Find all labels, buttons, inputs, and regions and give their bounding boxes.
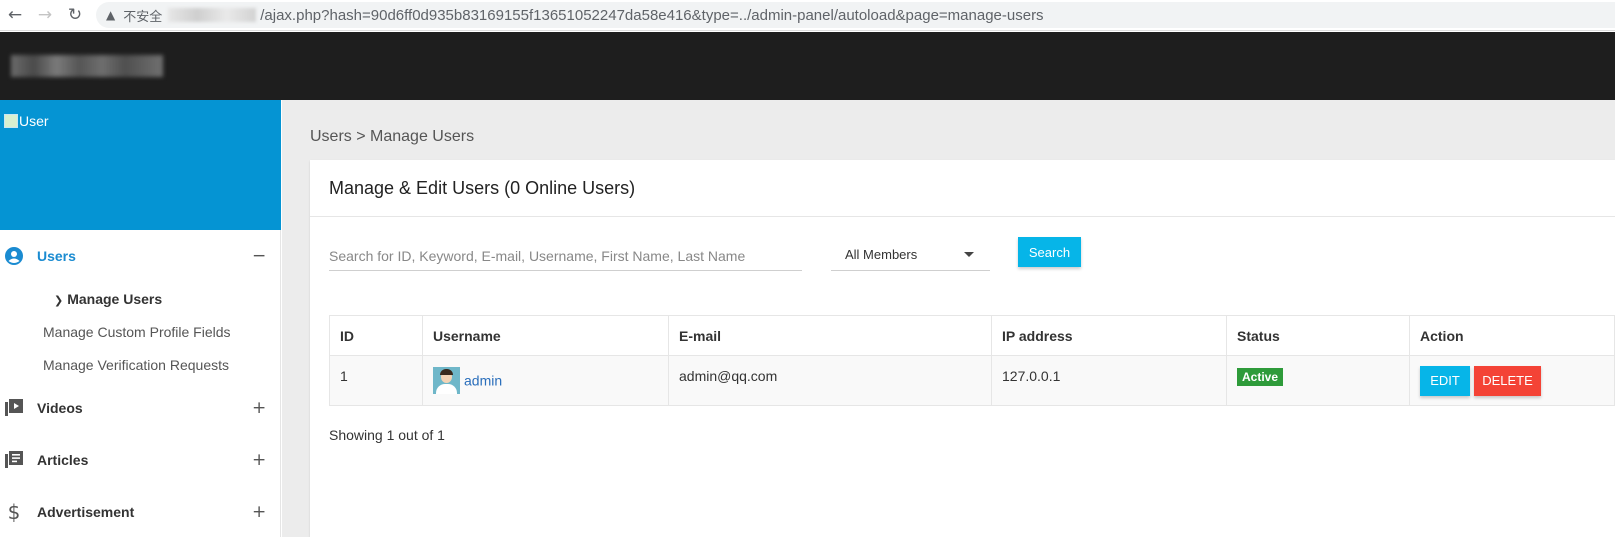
delete-button[interactable]: DELETE [1474, 365, 1541, 396]
expand-icon[interactable]: + [252, 450, 266, 470]
table-row: 1 admin admin@qq.com 127.0.0.1 Active ED… [329, 355, 1615, 406]
expand-icon[interactable]: + [252, 502, 266, 522]
column-header-status: Status [1226, 315, 1410, 356]
warning-icon: ▲ [106, 8, 116, 22]
site-logo[interactable] [11, 55, 163, 77]
sidebar-subitem-manage-users[interactable]: ❯ Manage Users [54, 291, 162, 307]
breadcrumb: Users > Manage Users [310, 128, 475, 145]
user-avatar-image: User [4, 113, 49, 129]
browser-toolbar: ← → ↻ ▲ 不安全 /ajax.php?hash=90d6ff0d935b8… [0, 0, 1615, 31]
sidebar-item-label: Advertisement [37, 504, 135, 520]
user-avatar[interactable] [433, 367, 460, 394]
expand-icon[interactable]: + [252, 398, 266, 418]
cell-status: Active [1226, 355, 1410, 406]
app-header [0, 32, 1615, 100]
back-icon[interactable]: ← [0, 0, 30, 31]
chevron-right-icon: ❯ [54, 294, 64, 307]
dollar-icon: $ [7, 500, 21, 524]
insecure-label: 不安全 [123, 9, 163, 25]
manage-users-card: Manage & Edit Users (0 Online Users) All… [310, 160, 1615, 537]
column-header-username: Username [422, 315, 669, 356]
pagination-summary: Showing 1 out of 1 [329, 427, 445, 443]
users-table: ID Username E-mail IP address Status Act… [329, 315, 1615, 406]
search-input[interactable] [329, 241, 802, 271]
forward-icon[interactable]: → [30, 0, 60, 31]
cell-email: admin@qq.com [668, 355, 992, 406]
cell-id: 1 [329, 355, 423, 406]
sidebar-subitem-custom-profile-fields[interactable]: Manage Custom Profile Fields [43, 324, 231, 340]
username-link[interactable]: admin [464, 373, 502, 389]
status-badge: Active [1237, 368, 1284, 386]
redacted-host [168, 8, 257, 22]
column-header-action: Action [1409, 315, 1615, 356]
account-circle-icon [4, 246, 24, 266]
sidebar-banner: User [0, 100, 281, 230]
card-title: Manage & Edit Users (0 Online Users) [329, 178, 636, 198]
sidebar-item-label: Articles [37, 452, 89, 468]
sidebar-item-advertisement[interactable]: $ Advertisement + [0, 500, 281, 524]
member-filter-value: All Members [845, 246, 918, 262]
address-bar[interactable]: ▲ 不安全 /ajax.php?hash=90d6ff0d935b8316915… [96, 2, 1615, 28]
broken-image-icon [4, 114, 18, 128]
collapse-icon[interactable]: − [252, 246, 266, 266]
url-text: /ajax.php?hash=90d6ff0d935b83169155f1365… [260, 6, 1044, 24]
divider [310, 216, 1615, 217]
cell-username: admin [422, 355, 669, 406]
sidebar-item-users[interactable]: Users − [0, 245, 281, 267]
library-books-icon [4, 450, 24, 470]
sidebar-subitem-verification-requests[interactable]: Manage Verification Requests [43, 357, 229, 373]
main-content: Users > Manage Users Manage & Edit Users… [282, 100, 1615, 537]
sidebar-item-label: Users [37, 248, 76, 264]
member-filter-select[interactable]: All Members [831, 238, 990, 271]
reload-icon[interactable]: ↻ [60, 0, 90, 31]
caret-down-icon [964, 252, 974, 257]
column-header-ip: IP address [991, 315, 1227, 356]
edit-button[interactable]: EDIT [1420, 365, 1470, 396]
cell-action: EDIT DELETE [1409, 355, 1615, 406]
video-library-icon [4, 398, 24, 418]
sidebar: User Users − ❯ Manage Users Manage Custom… [0, 100, 281, 537]
column-header-id: ID [329, 315, 423, 356]
column-header-email: E-mail [668, 315, 992, 356]
subitem-label: Manage Users [67, 291, 163, 307]
user-image-alt: User [19, 113, 49, 129]
table-header-row: ID Username E-mail IP address Status Act… [329, 315, 1615, 356]
sidebar-item-videos[interactable]: Videos + [0, 397, 281, 419]
search-button[interactable]: Search [1018, 237, 1081, 267]
cell-ip: 127.0.0.1 [991, 355, 1227, 406]
sidebar-item-label: Videos [37, 400, 83, 416]
sidebar-item-articles[interactable]: Articles + [0, 449, 281, 471]
